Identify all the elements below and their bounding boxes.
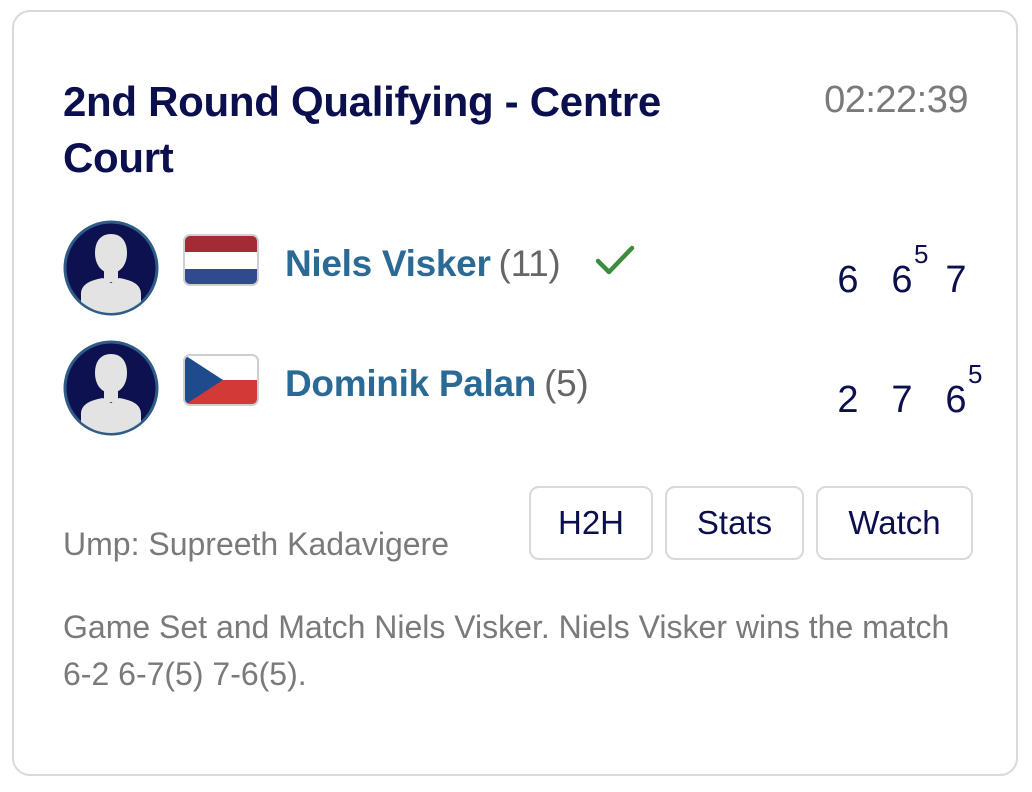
player-2-scores: 2 7 6 5 [823, 340, 983, 436]
player-1-seed: (11) [498, 243, 561, 284]
player-1-info: Niels Visker (11) [285, 242, 636, 286]
watch-button[interactable]: Watch [816, 486, 973, 560]
player-2-seed: (5) [544, 363, 589, 404]
avatar-silhouette-icon [63, 340, 159, 436]
player-2-set-1: 2 [837, 379, 859, 421]
player-1-set-2-tiebreak: 5 [914, 239, 929, 269]
umpire-label: Ump: Supreeth Kadavigere [63, 526, 449, 562]
stats-button[interactable]: Stats [665, 486, 804, 560]
check-icon [596, 245, 635, 275]
player-2-set-2: 7 [891, 379, 913, 421]
match-title: 2nd Round Qualifying - Centre Court [63, 78, 661, 181]
match-summary: Game Set and Match Niels Visker. Niels V… [63, 609, 950, 692]
player-1-set-3: 7 [945, 259, 967, 301]
player-2-set-3-tiebreak: 5 [968, 359, 983, 389]
player-1-set-2: 6 [891, 259, 913, 301]
player-2-set-3: 6 [945, 379, 967, 421]
player-1-name[interactable]: Niels Visker [285, 243, 491, 284]
netherlands-flag-icon [183, 234, 259, 286]
player-2-info: Dominik Palan (5) [285, 362, 589, 406]
player-1-set-1: 6 [837, 259, 859, 301]
avatar-silhouette-icon [63, 220, 159, 316]
h2h-button[interactable]: H2H [529, 486, 653, 560]
match-time: 02:22:39 [824, 79, 968, 121]
player-row-1: Niels Visker (11) 6 6 5 7 [63, 220, 973, 316]
player-2-name[interactable]: Dominik Palan [285, 363, 536, 404]
player-row-2: Dominik Palan (5) 2 7 6 5 [63, 340, 982, 436]
player-1-scores: 6 6 5 7 [823, 220, 983, 316]
czech-republic-flag-icon [183, 354, 259, 406]
match-card: 2nd Round Qualifying - Centre Court 02:2… [12, 10, 1018, 776]
